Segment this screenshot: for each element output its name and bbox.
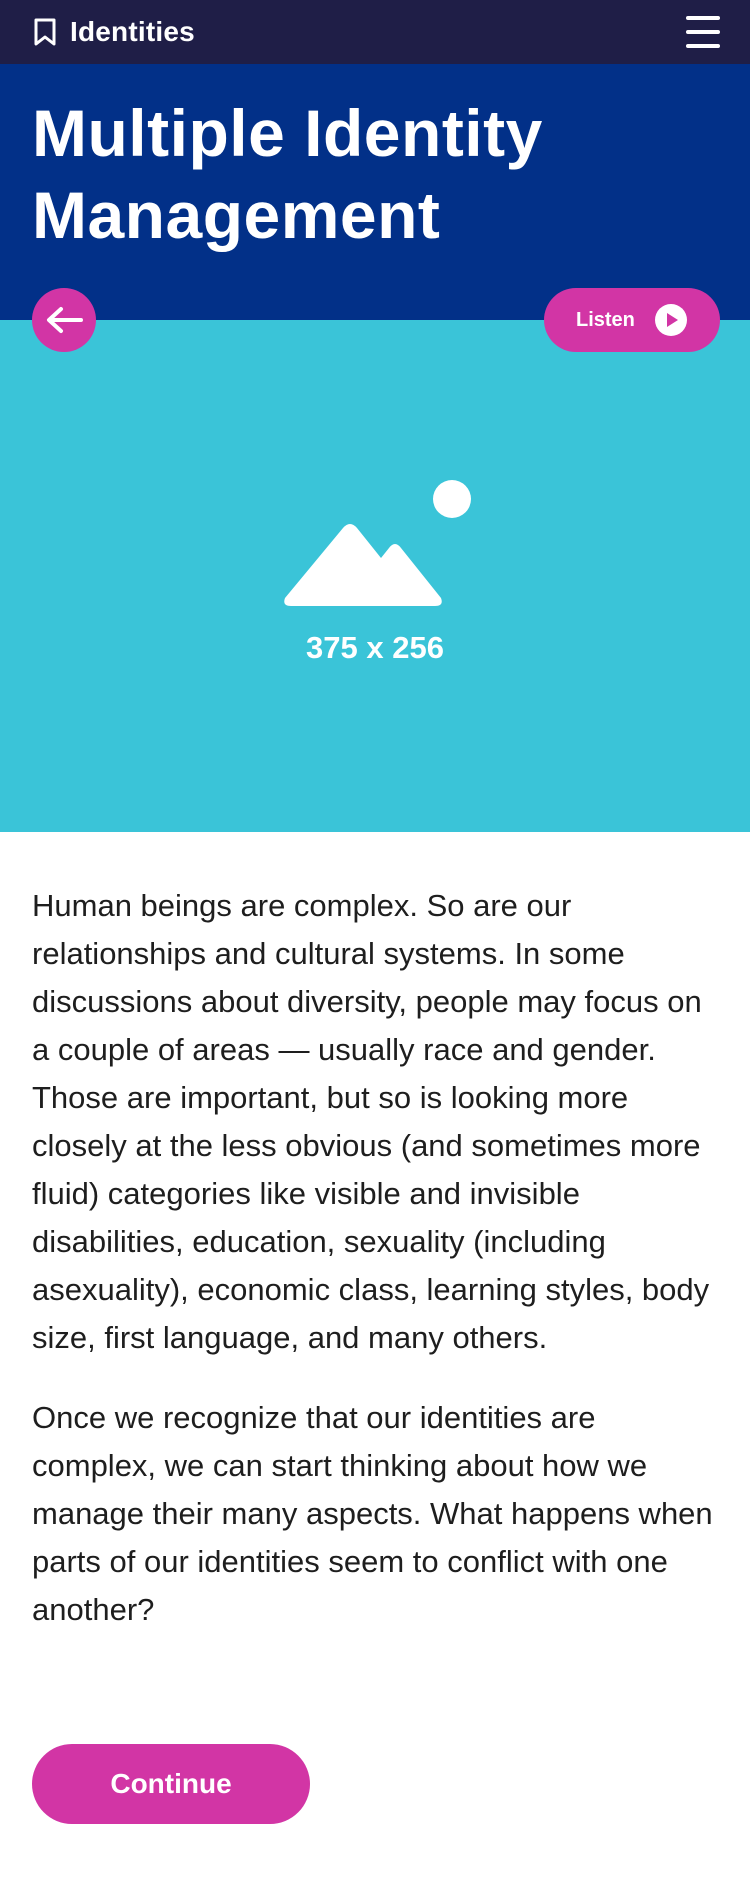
play-icon: [655, 304, 687, 336]
image-placeholder-icon: [284, 480, 471, 606]
page-title: Multiple Identity Management: [32, 96, 543, 252]
top-navigation-bar: Identities: [0, 0, 750, 64]
app-title: Identities: [70, 16, 195, 47]
article-body: Human beings are complex. So are our rel…: [32, 882, 722, 1666]
listen-button[interactable]: Listen: [544, 288, 720, 352]
brand[interactable]: Identities: [32, 0, 195, 64]
listen-label: Listen: [576, 309, 635, 331]
continue-button[interactable]: Continue: [32, 1744, 310, 1824]
back-button[interactable]: [32, 288, 96, 352]
body-paragraph: Once we recognize that our identities ar…: [32, 1400, 713, 1627]
image-dimensions-label: 375 x 256: [306, 630, 444, 665]
bookmark-icon: [34, 18, 56, 46]
hamburger-menu-icon: [686, 16, 720, 20]
menu-button[interactable]: [686, 16, 720, 48]
arrow-left-icon: [47, 307, 83, 333]
body-paragraph: Human beings are complex. So are our rel…: [32, 888, 710, 1355]
